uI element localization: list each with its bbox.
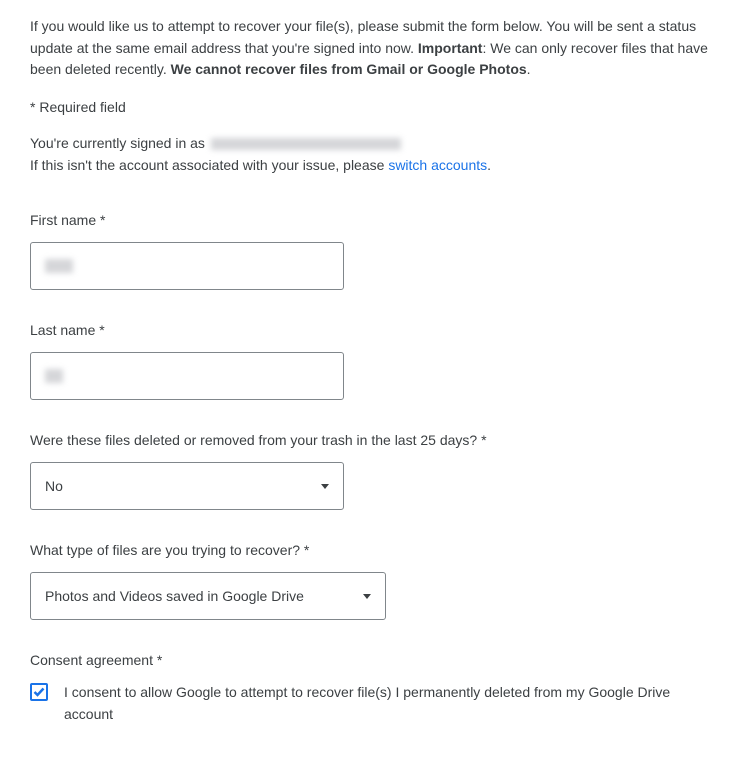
file-type-select[interactable]: Photos and Videos saved in Google Drive [30,572,386,620]
switch-period: . [487,157,491,173]
file-type-label: What type of files are you trying to rec… [30,542,710,558]
account-info: You're currently signed in as If this is… [30,133,710,176]
chevron-down-icon [321,484,329,489]
blurred-email [211,138,401,150]
blurred-last-name-value [45,369,63,383]
intro-bold-tail: We cannot recover files from Gmail or Go… [171,61,527,77]
signed-in-prefix: You're currently signed in as [30,135,205,151]
switch-accounts-link[interactable]: switch accounts [388,157,487,173]
switch-prefix: If this isn't the account associated wit… [30,157,388,173]
deleted-recently-value: No [45,478,63,494]
file-type-field-group: What type of files are you trying to rec… [30,542,710,620]
deleted-recently-field-group: Were these files deleted or removed from… [30,432,710,510]
blurred-first-name-value [45,259,73,273]
intro-paragraph: If you would like us to attempt to recov… [30,16,710,81]
deleted-recently-label: Were these files deleted or removed from… [30,432,710,448]
important-label: Important [418,40,483,56]
check-icon [33,686,45,698]
consent-label: Consent agreement * [30,652,710,668]
consent-text: I consent to allow Google to attempt to … [64,682,710,725]
last-name-input[interactable] [30,352,344,400]
period: . [527,61,531,77]
chevron-down-icon [363,594,371,599]
first-name-field-group: First name * [30,212,710,290]
last-name-field-group: Last name * [30,322,710,400]
deleted-recently-select[interactable]: No [30,462,344,510]
first-name-input[interactable] [30,242,344,290]
file-type-value: Photos and Videos saved in Google Drive [45,588,304,604]
consent-field-group: Consent agreement * I consent to allow G… [30,652,710,725]
first-name-label: First name * [30,212,710,228]
last-name-label: Last name * [30,322,710,338]
required-note: * Required field [30,99,710,115]
consent-checkbox[interactable] [30,683,48,701]
